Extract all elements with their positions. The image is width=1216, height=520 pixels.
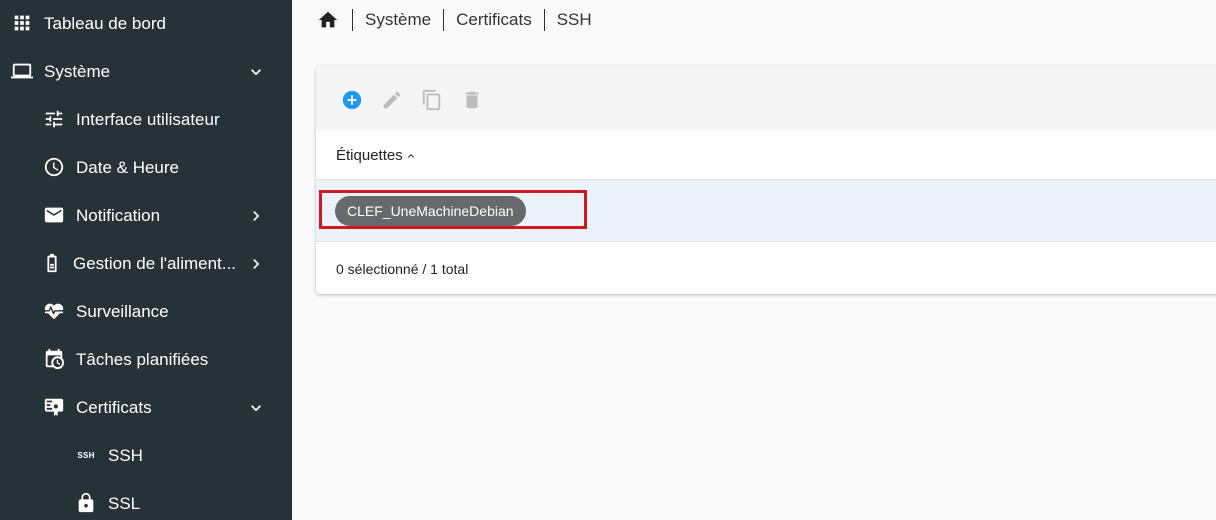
sidebar-item-certificates[interactable]: Certificats [0,384,292,432]
column-header-tags[interactable]: Étiquettes [336,147,417,164]
sidebar-item-user-interface[interactable]: Interface utilisateur [0,96,292,144]
sidebar-item-label: Tableau de bord [44,14,166,33]
home-icon[interactable] [316,8,340,32]
chevron-right-icon [246,254,266,274]
table-header: Étiquettes [316,130,1216,180]
sidebar-item-label: SSH [108,446,143,465]
table-toolbar [316,66,1216,130]
breadcrumb-item-certificates[interactable]: Certificats [456,10,532,30]
sidebar-item-label: Interface utilisateur [76,110,220,129]
selection-status: 0 sélectionné / 1 total [336,261,469,277]
sidebar-item-monitoring[interactable]: Surveillance [0,288,292,336]
chevron-down-icon [246,398,266,418]
chevron-right-icon [246,206,266,226]
ssh-keys-table-card: Étiquettes CLEF_UneMachineDebian 0 sélec… [316,66,1216,294]
mail-icon [42,203,66,227]
breadcrumb-item-ssh[interactable]: SSH [557,10,592,30]
copy-button[interactable] [420,88,444,112]
sidebar-item-system[interactable]: Système [0,48,292,96]
sidebar-item-label: Tâches planifiées [76,350,209,369]
heart-pulse-icon [42,299,66,323]
edit-button[interactable] [380,88,404,112]
calendar-clock-icon [42,347,66,371]
sort-ascending-icon [407,153,414,158]
sidebar-item-label: Surveillance [76,302,169,321]
grid-icon [10,11,34,35]
add-button[interactable] [340,88,364,112]
delete-button[interactable] [460,88,484,112]
copy-icon [422,89,441,111]
clock-icon [42,155,66,179]
trash-icon [465,91,479,109]
sidebar-item-label: Système [44,62,111,81]
sidebar-item-scheduled-tasks[interactable]: Tâches planifiées [0,336,292,384]
table-row[interactable]: CLEF_UneMachineDebian [316,180,1216,242]
ssh-icon: SSH [74,443,98,467]
sidebar-item-dashboard[interactable]: Tableau de bord [0,0,292,48]
ssh-icon-text: SSH [77,450,95,460]
certificate-icon [42,395,66,419]
sidebar-item-label: Notification [76,206,161,225]
sidebar-item-power-management[interactable]: Gestion de l'aliment... [0,240,292,288]
sidebar-item-notification[interactable]: Notification [0,192,292,240]
laptop-icon [10,59,34,83]
breadcrumb-item-system[interactable]: Système [365,10,431,30]
add-circle-icon [342,90,362,110]
sidebar: Tableau de bord Système Interface utilis… [0,0,292,520]
sidebar-item-label: SSL [108,494,141,513]
sidebar-item-label: Gestion de l'aliment... [73,254,236,273]
tune-icon [42,107,66,131]
breadcrumb-separator [443,9,445,31]
sidebar-item-date-time[interactable]: Date & Heure [0,144,292,192]
breadcrumb-separator [352,9,353,31]
battery-icon [40,251,64,275]
table-footer: 0 sélectionné / 1 total [316,242,1216,294]
sidebar-item-label: Certificats [76,398,152,417]
breadcrumb: Système Certificats SSH [316,8,592,32]
lock-icon [74,491,98,515]
tag-chip[interactable]: CLEF_UneMachineDebian [335,196,526,226]
sidebar-item-ssl[interactable]: SSL [0,480,292,520]
chevron-down-icon [246,62,266,82]
column-header-label: Étiquettes [336,147,403,164]
sidebar-item-label: Date & Heure [76,158,179,177]
pencil-icon [383,91,401,109]
breadcrumb-separator [543,9,545,31]
sidebar-item-ssh[interactable]: SSH SSH [0,432,292,480]
